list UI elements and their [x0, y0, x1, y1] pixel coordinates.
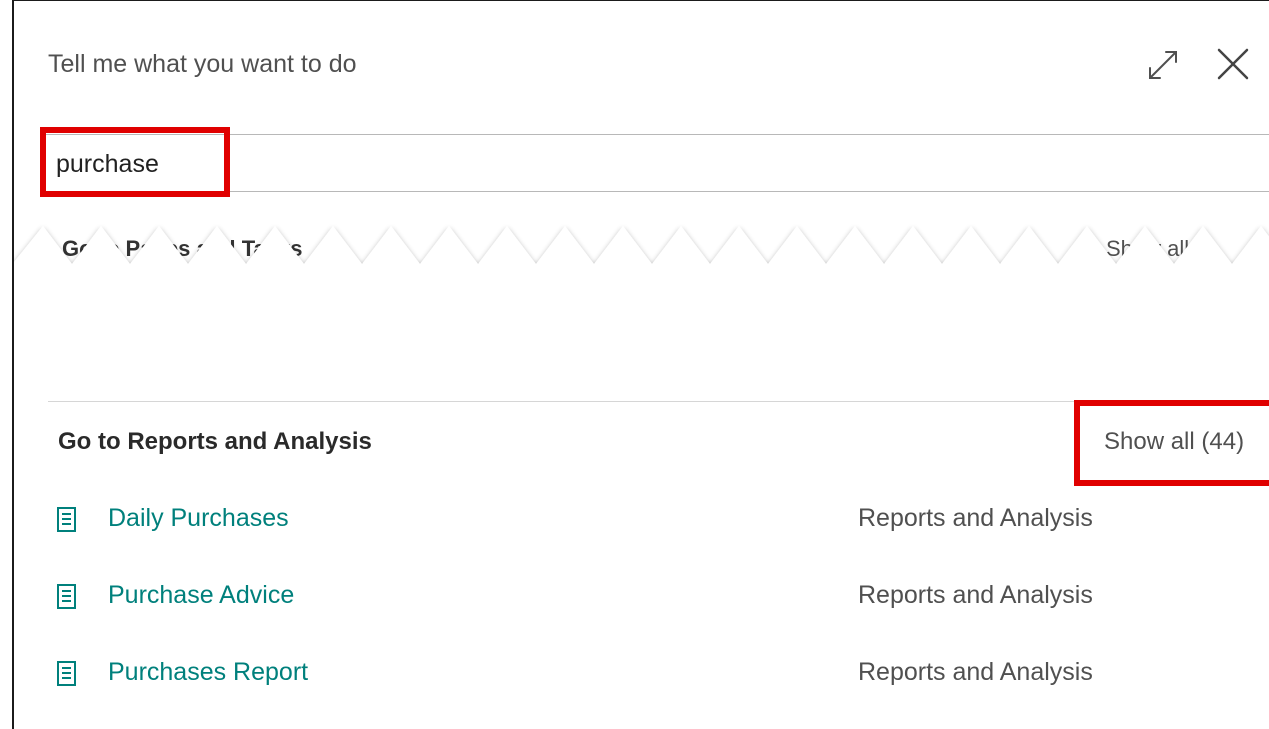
close-button[interactable]	[1213, 44, 1253, 84]
report-link[interactable]: Purchases Report	[108, 652, 308, 692]
list-item: Daily Purchases Reports and Analysis	[48, 498, 1198, 548]
close-icon	[1217, 48, 1249, 80]
report-icon	[56, 660, 78, 688]
screenshot-frame-left	[12, 0, 14, 729]
search-input[interactable]	[56, 140, 1246, 188]
list-item: Purchases Report Reports and Analysis	[48, 652, 1198, 702]
list-item: Purchase Advice Reports and Analysis	[48, 575, 1198, 625]
expand-button[interactable]	[1146, 48, 1180, 82]
report-icon	[56, 506, 78, 534]
screenshot-frame-top	[12, 0, 1269, 1]
report-category: Reports and Analysis	[858, 504, 1093, 532]
expand-icon	[1149, 51, 1177, 79]
torn-edge-graphic	[14, 226, 1269, 284]
reports-section-heading: Go to Reports and Analysis	[58, 428, 372, 455]
torn-edge-separator: Go to Pages and Tasks Show all (1	[14, 224, 1269, 284]
search-highlight-box	[40, 127, 230, 197]
report-category: Reports and Analysis	[858, 658, 1093, 686]
report-icon	[56, 583, 78, 611]
report-link[interactable]: Purchase Advice	[108, 575, 294, 615]
report-category: Reports and Analysis	[858, 581, 1093, 609]
show-all-highlight-box	[1074, 400, 1269, 486]
report-link[interactable]: Daily Purchases	[108, 498, 289, 538]
dialog-title: Tell me what you want to do	[48, 50, 357, 78]
